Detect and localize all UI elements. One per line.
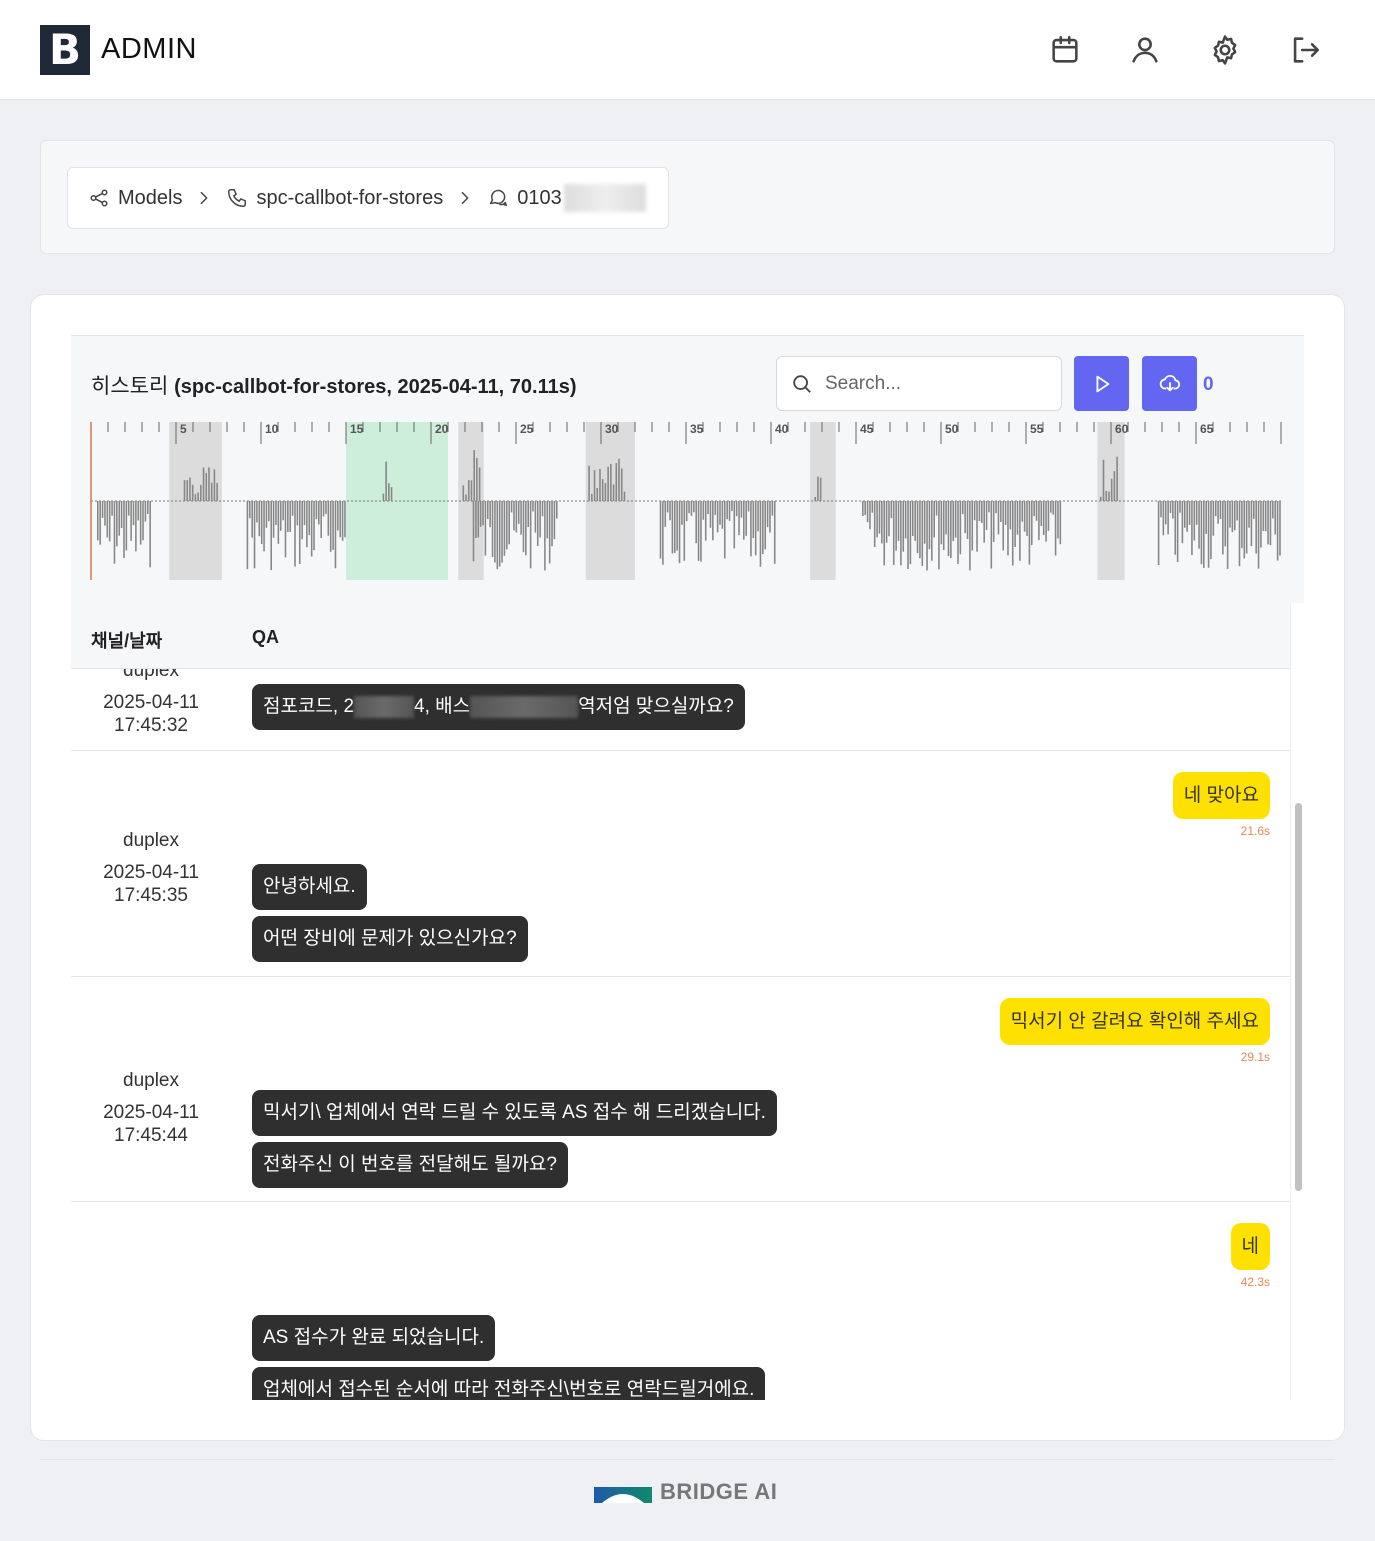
user-message: 네 <box>1230 1223 1270 1270</box>
chevron-right-icon <box>461 191 469 205</box>
row-channel: duplex <box>123 830 179 851</box>
redacted-phone <box>563 184 646 212</box>
audio-waveform[interactable]: 5 10 15 20 25 30 35 40 45 50 55 60 65 <box>71 420 1304 590</box>
user-icon[interactable] <box>1123 28 1167 72</box>
history-title-text: 히스토리 <box>91 375 169 398</box>
share-icon <box>90 189 108 207</box>
logout-icon[interactable] <box>1283 28 1327 72</box>
bot-message: 안녕하세요. <box>252 864 367 910</box>
chat-icon <box>490 189 508 207</box>
conversation-list[interactable]: duplex 2025-04-11 17:45:32 점포코드, 2 4, 배스 역… <box>71 669 1290 1400</box>
redacted-text <box>354 695 415 718</box>
footer-divider <box>40 1459 1335 1460</box>
breadcrumb-panel: Models spc-callbot-for-stores 0103 <box>40 140 1335 254</box>
timeline-tick-label: 35 <box>690 422 704 436</box>
breadcrumb-model-name[interactable]: spc-callbot-for-stores <box>256 187 443 210</box>
user-message: 네 맞아요 <box>1172 772 1270 819</box>
scrollbar[interactable] <box>1290 603 1304 1400</box>
top-bar: B ADMIN <box>0 0 1375 100</box>
timeline-tick-label: 45 <box>860 422 874 436</box>
user-message: 믹서기 안 갈려요 확인해 주세요 <box>999 998 1270 1045</box>
history-title: 히스토리 (spc-callbot-for-stores, 2025-04-11… <box>91 370 577 400</box>
footer-brand: BRIDGE AI <box>594 1479 777 1505</box>
result-count: 0 <box>1203 374 1214 395</box>
timeline-tick-label: 50 <box>945 422 959 436</box>
timeline-tick-label: 55 <box>1030 422 1044 436</box>
play-button[interactable] <box>1074 356 1129 411</box>
bot-message: 어떤 장비에 문제가 있으신가요? <box>252 916 528 962</box>
row-time: 17:45:32 <box>114 715 188 736</box>
bot-message: 전화주신 이 번호를 전달해도 될까요? <box>252 1142 568 1188</box>
app-title[interactable]: ADMIN <box>101 33 197 66</box>
row-date: 2025-04-11 <box>103 1102 199 1123</box>
search-icon <box>793 375 811 393</box>
timeline-tick-label: 25 <box>520 422 534 436</box>
calendar-icon[interactable] <box>1043 28 1087 72</box>
row-time: 17:45:44 <box>114 1125 188 1146</box>
scrollbar-thumb[interactable] <box>1295 803 1302 1191</box>
history-subtitle: (spc-callbot-for-stores, 2025-04-11, 70.… <box>174 376 577 398</box>
row-date: 2025-04-11 <box>103 862 199 883</box>
timeline-tick-label: 10 <box>265 422 279 436</box>
table-row: 믹서기 안 갈려요 확인해 주세요 29.1s duplex 2025-04-1… <box>71 977 1290 1202</box>
gear-icon[interactable] <box>1203 28 1247 72</box>
timeline-tick-label: 65 <box>1200 422 1214 436</box>
timeline-tick-label: 30 <box>605 422 619 436</box>
download-button[interactable] <box>1142 356 1197 411</box>
table-row: 네 맞아요 21.6s duplex 2025-04-11 17:45:35 안… <box>71 751 1290 977</box>
timeline-tick-label: 40 <box>775 422 789 436</box>
timeline-tick-label: 15 <box>350 422 364 436</box>
search-input[interactable] <box>825 367 1050 401</box>
header-channel-date[interactable]: 채널/날짜 <box>91 627 162 653</box>
row-channel: duplex <box>123 1070 179 1091</box>
table-row: duplex 2025-04-11 17:45:32 점포코드, 2 4, 배스 역… <box>71 669 1290 751</box>
bot-message: 업체에서 접수된 순서에 따라 전화주신\번호로 연락드릴거에요. <box>252 1367 766 1400</box>
row-time: 17:45:35 <box>114 885 188 906</box>
breadcrumb-models[interactable]: Models <box>118 187 182 210</box>
search-box <box>776 356 1062 411</box>
play-icon <box>1096 375 1109 392</box>
bot-message-part: 역저엄 맞으실까요? <box>578 696 734 717</box>
breadcrumb: Models spc-callbot-for-stores 0103 <box>67 167 669 229</box>
bot-message: 점포코드, 2 4, 배스 역저엄 맞으실까요? <box>252 684 745 730</box>
row-channel: duplex <box>123 669 179 681</box>
chevron-right-icon <box>201 191 208 205</box>
user-message-timestamp[interactable]: 21.6s <box>1241 824 1270 838</box>
cloud-download-icon <box>1159 374 1180 391</box>
history-panel: 히스토리 (spc-callbot-for-stores, 2025-04-11… <box>71 335 1304 603</box>
app-logo[interactable]: B <box>40 25 90 75</box>
table-row: 네 42.3s AS 접수가 완료 되었습니다. 업체에서 접수된 순서에 따라… <box>71 1202 1290 1400</box>
bot-message-part: 4, 배스 <box>414 696 471 717</box>
bot-message-part: 점포코드, 2 <box>263 696 355 717</box>
timeline-tick-label: 60 <box>1115 422 1129 436</box>
timeline-tick-label: 20 <box>435 422 449 436</box>
bot-message: 믹서기\ 업체에서 연락 드릴 수 있도록 AS 접수 해 드리겠습니다. <box>252 1090 777 1136</box>
phone-icon <box>228 189 247 207</box>
bot-message: AS 접수가 완료 되었습니다. <box>252 1315 496 1361</box>
redacted-text <box>470 695 579 718</box>
header-qa[interactable]: QA <box>252 627 279 648</box>
user-message-timestamp[interactable]: 29.1s <box>1241 1050 1270 1064</box>
user-message-timestamp[interactable]: 42.3s <box>1241 1275 1270 1289</box>
table-header: 채널/날짜 QA <box>71 603 1290 669</box>
bridge-ai-logo-mark <box>594 1487 652 1503</box>
footer-brand-name: BRIDGE AI <box>660 1479 778 1504</box>
timeline-tick-label: 5 <box>180 422 187 436</box>
breadcrumb-phone[interactable]: 0103 <box>517 187 562 210</box>
history-card: 히스토리 (spc-callbot-for-stores, 2025-04-11… <box>30 294 1345 1441</box>
row-date: 2025-04-11 <box>103 692 199 713</box>
